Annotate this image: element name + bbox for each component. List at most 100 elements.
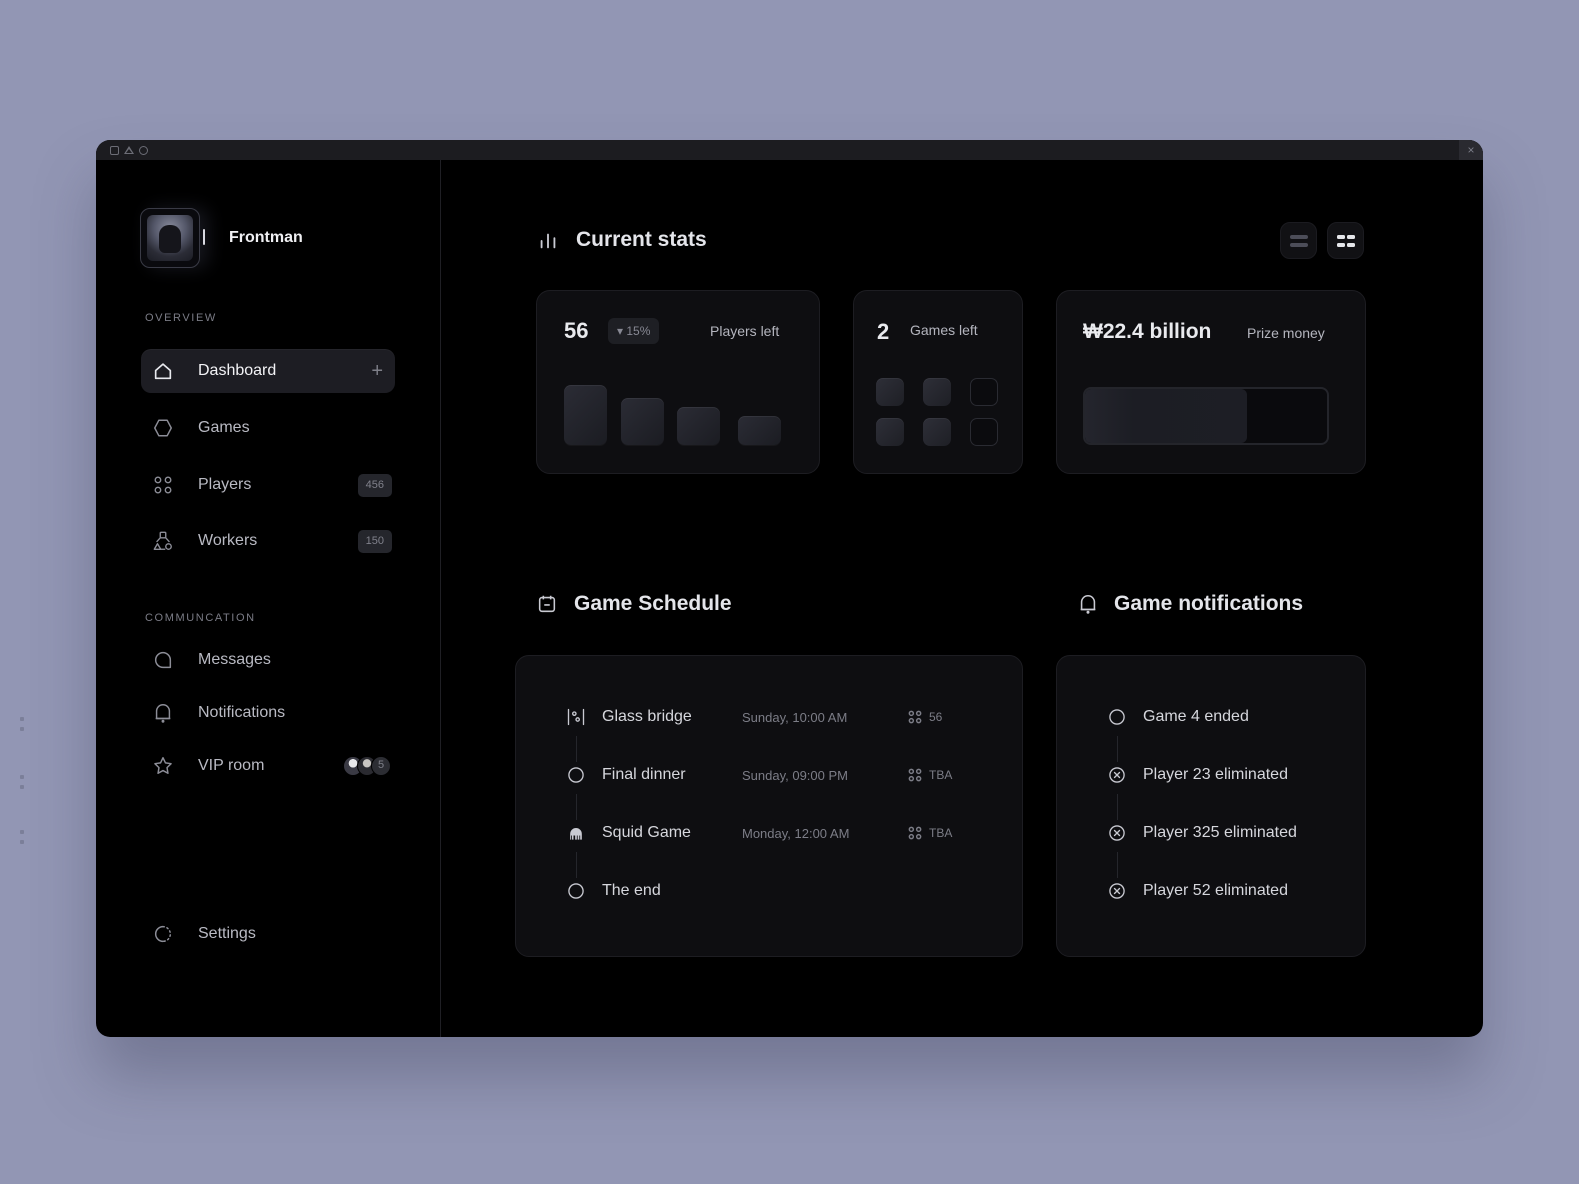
game-notifications-header: Game notifications	[1077, 592, 1303, 616]
game-notifications-card: Game 4 ended Player 23 eliminated Player…	[1056, 655, 1366, 957]
section-title: Current stats	[576, 228, 707, 251]
sidebar-item-label: Dashboard	[198, 362, 277, 379]
hexagon-icon	[151, 416, 175, 440]
timeline-connector	[576, 736, 577, 762]
timeline-connector	[576, 794, 577, 820]
x-circle-icon	[1106, 880, 1128, 902]
players-trend-bar	[621, 398, 664, 445]
timeline-connector	[1117, 794, 1118, 820]
section-label-communication: COMMUNCATION	[145, 612, 256, 624]
squid-icon	[565, 822, 587, 844]
sidebar-item-label: Notifications	[198, 704, 286, 721]
sidebar-item-players[interactable]: Players 456	[141, 463, 395, 507]
window-circle-control[interactable]	[139, 145, 148, 155]
timeline-connector	[576, 852, 577, 878]
home-icon	[151, 359, 175, 383]
sidebar-item-games[interactable]: Games	[141, 406, 395, 450]
sidebar-item-label: Workers	[198, 532, 258, 549]
schedule-item[interactable]: Final dinner Sunday, 09:00 PM TBA	[565, 763, 952, 787]
bar-chart-icon	[540, 233, 556, 249]
four-dots-icon	[908, 826, 922, 840]
profile-name: Frontman	[229, 229, 303, 246]
players-left-card[interactable]: 56 ▾ 15% Players left	[536, 290, 820, 474]
active-indicator	[203, 229, 205, 245]
grid-view-button[interactable]	[1327, 222, 1364, 259]
decorative-dots	[20, 717, 26, 737]
workers-count-badge: 150	[357, 529, 392, 553]
sidebar-item-notifications[interactable]: Notifications	[141, 691, 395, 735]
schedule-item[interactable]: Squid Game Monday, 12:00 AM TBA	[565, 821, 952, 845]
notification-item[interactable]: Player 23 eliminated	[1106, 763, 1288, 787]
sidebar-item-vip-room[interactable]: VIP room 5	[141, 744, 395, 788]
sidebar-item-label: Players	[198, 476, 252, 493]
window-triangle-control[interactable]	[124, 146, 134, 154]
bell-icon	[151, 701, 175, 725]
sidebar-item-workers[interactable]: Workers 150	[141, 519, 395, 563]
notification-item[interactable]: Player 52 eliminated	[1106, 879, 1288, 903]
players-left-value: 56	[564, 318, 589, 343]
schedule-item[interactable]: The end	[565, 879, 661, 903]
sidebar-item-label: Messages	[198, 651, 271, 668]
notification-text: Game 4 ended	[1143, 708, 1249, 725]
prize-progress-track	[1083, 387, 1329, 445]
vip-member-avatars[interactable]: 5	[343, 756, 391, 776]
schedule-item-players: TBA	[907, 825, 952, 841]
game-remaining-square	[970, 418, 998, 446]
four-dots-icon	[151, 473, 175, 497]
star-icon	[151, 754, 175, 778]
circle-icon	[565, 764, 587, 786]
players-trend-bar	[677, 407, 720, 445]
prize-money-card[interactable]: ₩22.4 billion Prize money	[1056, 290, 1366, 474]
timeline-connector	[1117, 852, 1118, 878]
prize-money-label: Prize money	[1247, 325, 1325, 341]
game-completed-square	[923, 418, 951, 446]
notification-text: Player 325 eliminated	[1143, 824, 1297, 841]
players-count: 56	[929, 710, 943, 724]
players-left-label: Players left	[710, 323, 780, 339]
players-trend-bar	[564, 385, 607, 445]
down-triangle-icon: ▾	[617, 324, 624, 338]
app-window: × Frontman OVERVIEW Dashboard + Games Pl…	[96, 140, 1483, 1037]
schedule-item-name: Final dinner	[602, 766, 686, 783]
game-schedule-card: Glass bridge Sunday, 10:00 AM 56 Final d…	[515, 655, 1023, 957]
schedule-item[interactable]: Glass bridge Sunday, 10:00 AM 56	[565, 705, 942, 729]
current-stats-header: Current stats	[537, 228, 707, 252]
sidebar-item-label: VIP room	[198, 757, 265, 774]
four-dots-icon	[908, 768, 922, 782]
sidebar-item-messages[interactable]: Messages	[141, 638, 395, 682]
players-delta-badge: ▾ 15%	[608, 318, 660, 344]
x-circle-icon	[1106, 822, 1128, 844]
decorative-dots	[20, 775, 26, 795]
profile[interactable]: Frontman	[140, 208, 303, 268]
prize-progress-fill	[1085, 389, 1248, 443]
game-remaining-square	[970, 378, 998, 406]
schedule-item-time: Sunday, 10:00 AM	[742, 710, 848, 725]
notification-text: Player 23 eliminated	[1143, 766, 1288, 783]
message-icon	[151, 648, 175, 672]
add-button[interactable]: +	[371, 360, 383, 383]
notification-item[interactable]: Game 4 ended	[1106, 705, 1249, 729]
decorative-dots	[20, 830, 26, 850]
schedule-item-name: The end	[602, 882, 661, 899]
game-schedule-header: Game Schedule	[536, 592, 732, 616]
games-left-card[interactable]: 2 Games left	[853, 290, 1023, 474]
games-left-label: Games left	[910, 322, 978, 338]
avatar[interactable]	[140, 208, 205, 268]
sidebar-item-label: Settings	[198, 925, 256, 942]
players-trend-bar	[738, 416, 781, 445]
sidebar-item-settings[interactable]: Settings	[141, 912, 395, 956]
avatar-image	[147, 215, 193, 261]
sidebar-item-dashboard[interactable]: Dashboard +	[141, 349, 395, 393]
window-square-control[interactable]	[110, 145, 119, 155]
list-view-button[interactable]	[1280, 222, 1317, 259]
players-count: TBA	[929, 826, 953, 840]
bell-icon	[1080, 594, 1096, 614]
notification-item[interactable]: Player 325 eliminated	[1106, 821, 1297, 845]
title-bar: ×	[96, 140, 1483, 160]
list-view-icon	[1289, 234, 1308, 247]
schedule-item-time: Sunday, 09:00 PM	[742, 768, 848, 783]
shapes-icon	[151, 529, 175, 553]
section-label-overview: OVERVIEW	[145, 312, 217, 324]
window-close-button[interactable]: ×	[1459, 140, 1483, 160]
schedule-item-players: TBA	[907, 767, 952, 783]
